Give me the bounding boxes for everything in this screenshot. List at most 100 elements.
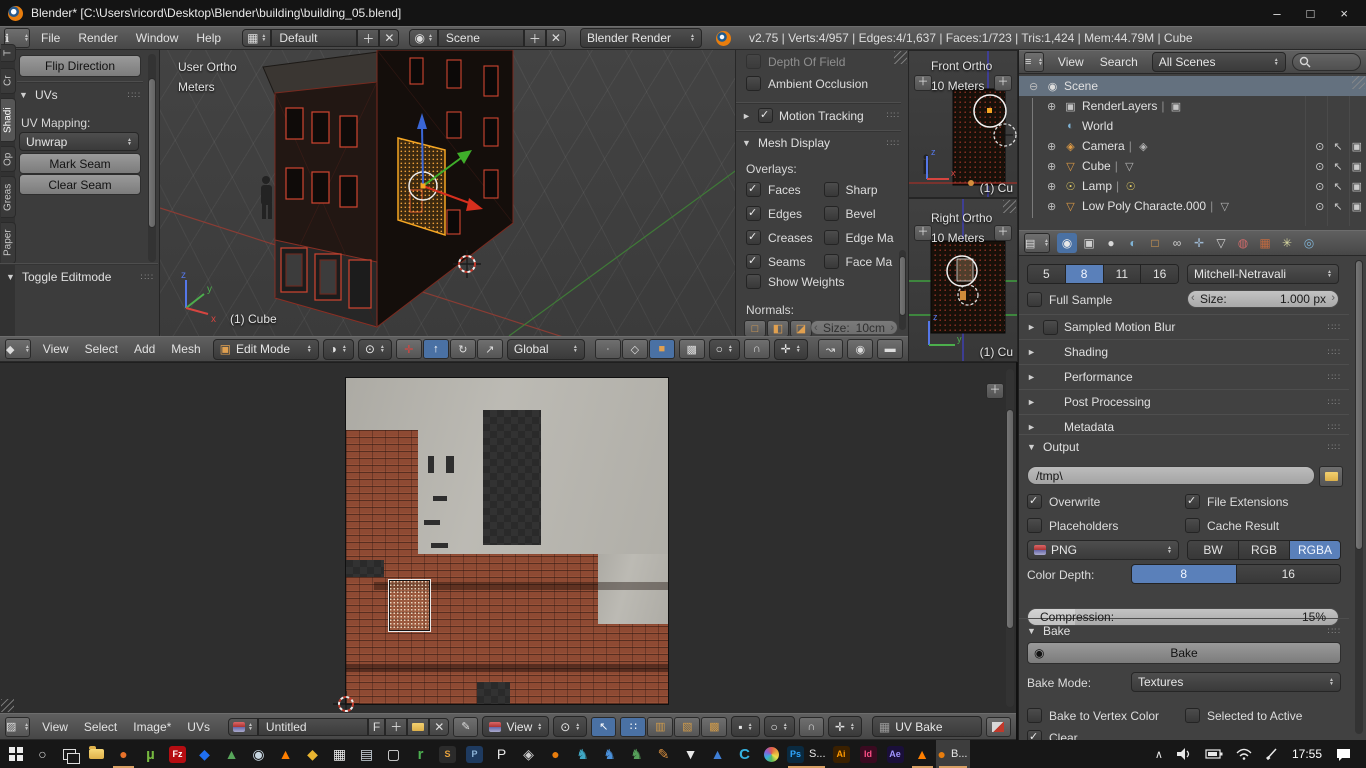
collapse-region-button[interactable]: ＋ <box>994 225 1012 241</box>
menu-item[interactable]: Window <box>127 31 188 45</box>
clear-seam-button[interactable]: Clear Seam <box>19 174 141 195</box>
clock[interactable]: 17:55 <box>1292 747 1322 761</box>
mesh-display-panel-header[interactable]: ▼Mesh Display∷∷ <box>742 136 900 150</box>
taskbar-app[interactable]: ● <box>542 740 569 768</box>
building-model[interactable]: zyx <box>160 50 735 336</box>
selectable-cursor-icon[interactable]: ↖ <box>1333 160 1342 173</box>
taskbar-app[interactable] <box>56 740 83 768</box>
render-restrict-icon[interactable]: ▣ <box>1352 180 1362 193</box>
aa-samples-button[interactable]: 5 <box>1028 265 1066 283</box>
uv-image-editor[interactable]: ＋ <box>0 362 1016 713</box>
uv-menu-item[interactable]: UVs <box>179 720 218 734</box>
render-restrict-icon[interactable]: ▣ <box>1352 200 1362 213</box>
color-channels-button[interactable]: RGB <box>1239 541 1290 559</box>
output-option-toggle[interactable]: Overwrite <box>1027 494 1185 509</box>
taskbar-app[interactable]: ● B... <box>936 740 970 768</box>
search-input[interactable] <box>1292 53 1361 71</box>
outliner-row[interactable]: ⊕ Cube | ⊙ ↖ ▣ <box>1019 156 1366 176</box>
outliner-row[interactable]: ⊕ Camera | ⊙ ↖ ▣ <box>1019 136 1366 156</box>
taskbar-app[interactable]: P <box>461 740 488 768</box>
action-center-icon[interactable] <box>1335 747 1352 761</box>
taskbar-app[interactable]: ◆ <box>299 740 326 768</box>
pen-icon[interactable] <box>1265 747 1279 761</box>
add-scene-button[interactable]: ＋ <box>524 29 546 47</box>
outliner-row[interactable]: ⊕ Low Poly Characte.000 | ⊙ ↖ ▣ <box>1019 196 1366 216</box>
panel-grip-icon[interactable]: ∷∷ <box>887 138 900 149</box>
resize-corner-icon[interactable] <box>1 699 14 712</box>
uv-vertex-select-button[interactable]: ∷ <box>620 717 646 737</box>
render-engine-select[interactable]: Blender Render▲▼ <box>580 28 702 48</box>
taskbar-app[interactable] <box>758 740 785 768</box>
image-display-select[interactable]: View▲▼ <box>482 716 549 737</box>
color-depth-button[interactable]: 8 <box>1132 565 1237 583</box>
bake-clear-toggle[interactable]: Clear <box>1027 730 1078 740</box>
panel-grip-icon[interactable]: ∷∷ <box>1328 626 1341 637</box>
depth-of-field-toggle[interactable]: Depth Of Field <box>746 54 845 69</box>
vertex-normals-button[interactable]: □ <box>744 320 766 336</box>
network-wifi-icon[interactable] <box>1236 748 1252 760</box>
minimize-button[interactable]: – <box>1273 6 1280 21</box>
add-layout-button[interactable]: ＋ <box>357 29 379 47</box>
close-button[interactable]: × <box>1340 6 1348 21</box>
fake-user-button[interactable]: F <box>368 718 385 736</box>
taskbar-app[interactable]: ▲ <box>909 740 936 768</box>
normals-size-slider[interactable]: ‹Size:10cm› <box>810 320 898 335</box>
taskbar-app[interactable]: ○ <box>29 740 56 768</box>
selectable-cursor-icon[interactable]: ↖ <box>1333 180 1342 193</box>
npanel-scrollbar[interactable] <box>899 250 906 330</box>
panel-grip-icon[interactable]: ∷∷ <box>1328 397 1341 408</box>
taskbar-app[interactable]: ▢ <box>380 740 407 768</box>
aa-samples-button[interactable]: 8 <box>1066 265 1104 283</box>
panel-grip-icon[interactable]: ∷∷ <box>887 110 900 121</box>
panel-grip-icon[interactable]: ∷∷ <box>1328 322 1341 333</box>
outliner-menu-item[interactable]: Search <box>1092 55 1146 69</box>
mark-seam-button[interactable]: Mark Seam <box>19 153 141 174</box>
properties-tab[interactable]: ◐ <box>1123 233 1143 253</box>
selectable-cursor-icon[interactable]: ↖ <box>1333 140 1342 153</box>
taskbar-app[interactable]: S <box>434 740 461 768</box>
uv-island-select-button[interactable]: ▩ <box>701 717 727 737</box>
3d-viewport[interactable]: zyx User Ortho Meters (1) Cube <box>160 50 735 336</box>
output-panel-header[interactable]: ▼ Output∷∷ <box>1019 434 1349 459</box>
output-option-toggle[interactable]: File Extensions <box>1185 494 1343 509</box>
pivot-select[interactable]: ⊙▲▼ <box>553 716 587 737</box>
viewport-shading-select[interactable]: ◑▲▼ <box>323 339 354 360</box>
uv-mapping-select[interactable]: Unwrap▲▼ <box>19 132 139 151</box>
snap-element-select[interactable]: ✛▲▼ <box>828 716 862 737</box>
hide-eye-icon[interactable]: ⊙ <box>1315 160 1324 173</box>
occlude-geometry-button[interactable]: ▩ <box>679 339 705 359</box>
motion-tracking-panel-header[interactable]: ► Motion Tracking∷∷ <box>742 108 900 123</box>
expand-icon[interactable]: ⊖ <box>1029 80 1041 93</box>
full-sample-toggle[interactable]: Full Sample <box>1027 292 1112 307</box>
taskbar-app[interactable]: Fz <box>164 740 191 768</box>
outliner-row[interactable]: ⊕ Lamp | ⊙ ↖ ▣ <box>1019 176 1366 196</box>
panel-checkbox[interactable] <box>1043 320 1058 335</box>
uv-edge-select-button[interactable]: ▥ <box>647 717 673 737</box>
panel-grip-icon[interactable]: ∷∷ <box>128 90 141 101</box>
snap-element-select[interactable]: ✛▲▼ <box>774 339 808 360</box>
pivot-point-select[interactable]: ⊙▲▼ <box>358 339 392 360</box>
collapsed-panel-header[interactable]: ► Performance∷∷ <box>1019 364 1349 389</box>
overlay-toggle[interactable]: Seams <box>746 254 824 269</box>
properties-scrollbar[interactable] <box>1355 260 1363 734</box>
panel-grip-icon[interactable]: ∷∷ <box>1328 372 1341 383</box>
taskbar-app[interactable]: Ai <box>828 740 855 768</box>
tool-shelf-tab[interactable]: T <box>1 44 16 62</box>
uv-map-select[interactable]: ▦ UV Bake <box>872 716 982 737</box>
bake-option-toggle[interactable]: Bake to Vertex Color <box>1027 708 1185 723</box>
collapsed-panel-header[interactable]: ► Post Processing∷∷ <box>1019 389 1349 414</box>
expand-icon[interactable]: ⊕ <box>1047 140 1059 153</box>
uv-sync-selection-button[interactable]: ↖ <box>591 717 616 737</box>
taskbar-app[interactable]: ▦ <box>326 740 353 768</box>
expand-icon[interactable]: ⊕ <box>1047 100 1059 113</box>
panel-grip-icon[interactable]: ∷∷ <box>141 272 154 283</box>
collapse-region-button[interactable]: ＋ <box>914 75 932 91</box>
face-select-mode-button[interactable]: ■ <box>649 339 675 359</box>
taskbar-app[interactable]: P <box>488 740 515 768</box>
toggle-editmode-panel-header[interactable]: ▼ Toggle Editmode∷∷ <box>6 270 154 284</box>
browse-folder-button[interactable] <box>1319 466 1343 487</box>
hide-eye-icon[interactable]: ⊙ <box>1315 200 1324 213</box>
right-ortho-viewport[interactable]: zy ＋ ＋ Right Ortho 10 Meters (1) Cu <box>908 198 1018 362</box>
loose-normals-button[interactable]: ◧ <box>767 320 789 336</box>
translate-manipulator-button[interactable]: ↑ <box>423 339 449 359</box>
